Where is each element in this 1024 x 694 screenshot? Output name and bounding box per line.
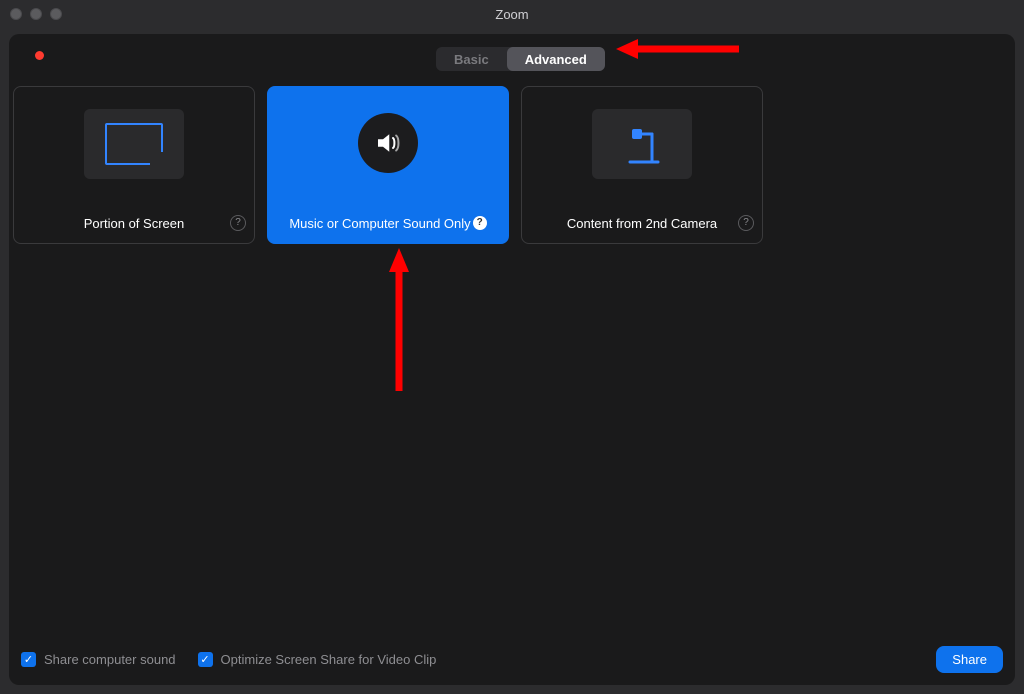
close-window-dot[interactable]	[10, 8, 22, 20]
speaker-icon	[358, 113, 418, 173]
checkbox-label: Share computer sound	[44, 652, 176, 667]
checkbox-optimize-video-clip[interactable]: ✓ Optimize Screen Share for Video Clip	[198, 652, 437, 667]
card-second-camera[interactable]: Content from 2nd Camera ?	[521, 86, 763, 244]
record-indicator-icon	[35, 51, 44, 60]
card-label: Content from 2nd Camera	[567, 216, 717, 231]
help-icon[interactable]: ?	[738, 215, 754, 231]
maximize-window-dot[interactable]	[50, 8, 62, 20]
card-label: Music or Computer Sound Only	[289, 216, 470, 231]
footer: ✓ Share computer sound ✓ Optimize Screen…	[9, 639, 1015, 685]
window-title: Zoom	[495, 7, 528, 22]
share-button[interactable]: Share	[936, 646, 1003, 673]
titlebar: Zoom	[0, 0, 1024, 28]
card-label: Portion of Screen	[84, 216, 184, 231]
document-camera-icon	[592, 109, 692, 179]
card-computer-sound-only[interactable]: Music or Computer Sound Only ?	[267, 86, 509, 244]
tab-basic[interactable]: Basic	[436, 47, 507, 71]
card-portion-of-screen[interactable]: + Portion of Screen ?	[13, 86, 255, 244]
portion-of-screen-icon: +	[84, 109, 184, 179]
checkbox-share-computer-sound[interactable]: ✓ Share computer sound	[21, 652, 176, 667]
share-panel: Basic Advanced + Portion of Screen ?	[9, 34, 1015, 685]
help-icon[interactable]: ?	[473, 216, 487, 230]
checkmark-icon: ✓	[198, 652, 213, 667]
window-controls	[10, 8, 62, 20]
share-options: + Portion of Screen ? Music or Computer …	[13, 86, 1011, 244]
checkbox-label: Optimize Screen Share for Video Clip	[221, 652, 437, 667]
checkmark-icon: ✓	[21, 652, 36, 667]
tab-switcher: Basic Advanced	[436, 47, 605, 71]
minimize-window-dot[interactable]	[30, 8, 42, 20]
tab-advanced[interactable]: Advanced	[507, 47, 605, 71]
help-icon[interactable]: ?	[230, 215, 246, 231]
